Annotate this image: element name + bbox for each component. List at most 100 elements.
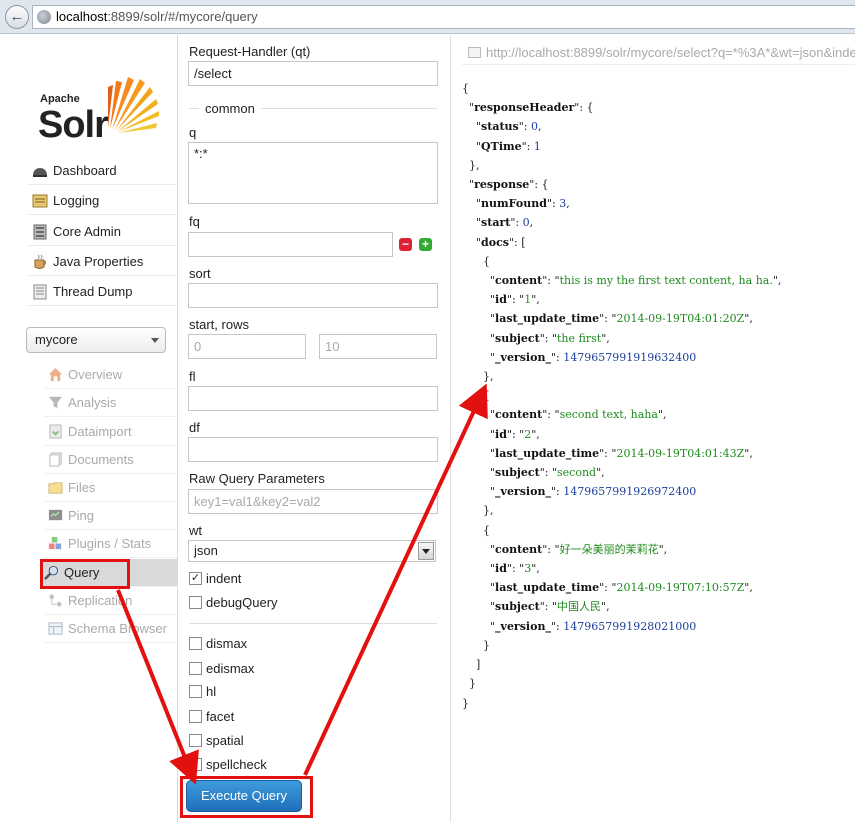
doc-subject: the first — [557, 331, 602, 345]
core-menu-label: Files — [68, 480, 96, 495]
core-menu-label: Query — [64, 565, 100, 580]
response-panel: http://localhost:8899/solr/mycore/select… — [452, 35, 855, 822]
schema-icon — [48, 622, 63, 635]
fl-label: fl — [189, 369, 196, 384]
json-response: { "responseHeader": { "status": 0, "QTim… — [462, 82, 782, 710]
nav-core-admin[interactable]: Core Admin — [28, 218, 176, 246]
request-url-link[interactable]: http://localhost:8899/solr/mycore/select… — [462, 43, 855, 65]
doc-content: this is my the first text content, ha ha… — [559, 274, 773, 288]
qtime-value: 1 — [533, 139, 541, 153]
edismax-label: edismax — [206, 661, 255, 676]
doc-last-update-time: 2014-09-19T07:10:57Z — [616, 581, 745, 595]
debug-query-checkbox[interactable] — [189, 596, 202, 609]
edismax-checkbox[interactable] — [189, 662, 202, 675]
address-bar[interactable]: localhost:8899/solr/#/mycore/query — [32, 5, 855, 29]
doc-version: 1479657991928021000 — [563, 619, 697, 633]
core-menu-documents[interactable]: Documents — [44, 446, 176, 474]
sort-input[interactable] — [188, 283, 438, 308]
nav-label: Core Admin — [53, 224, 121, 239]
query-form: Request-Handler (qt) /select common q *:… — [179, 35, 451, 822]
nav-java-properties[interactable]: Java Properties — [28, 248, 176, 276]
status-value: 0 — [531, 120, 538, 134]
back-button[interactable]: ← — [5, 5, 29, 29]
plugins-icon — [48, 536, 62, 550]
start-input[interactable]: 0 — [188, 334, 306, 359]
globe-icon — [37, 10, 51, 24]
doc-last-update-time: 2014-09-19T04:01:43Z — [616, 446, 745, 460]
logging-icon — [32, 194, 48, 207]
raw-query-input[interactable]: key1=val1&key2=val2 — [188, 489, 438, 514]
core-menu-label: Documents — [68, 452, 134, 467]
ping-icon — [48, 509, 63, 521]
request-handler-input[interactable]: /select — [188, 61, 438, 86]
documents-icon — [49, 452, 62, 467]
nav-logging[interactable]: Logging — [28, 187, 176, 215]
link-icon — [468, 47, 481, 58]
sort-label: sort — [189, 266, 211, 281]
home-icon — [48, 367, 63, 382]
rows-input[interactable]: 10 — [319, 334, 437, 359]
dashboard-icon — [33, 167, 47, 177]
nav-dashboard[interactable]: Dashboard — [28, 157, 176, 185]
sun-icon — [108, 77, 159, 133]
core-menu-label: Analysis — [68, 395, 117, 410]
fl-input[interactable] — [188, 386, 438, 411]
wt-select[interactable]: json — [188, 540, 436, 562]
magnifier-icon — [44, 565, 59, 580]
facet-checkbox[interactable] — [189, 710, 202, 723]
options-divider — [189, 623, 437, 624]
q-label: q — [189, 125, 197, 140]
chevron-down-icon — [151, 338, 159, 343]
core-menu-label: Plugins / Stats — [68, 536, 152, 551]
core-menu-overview[interactable]: Overview — [44, 361, 176, 389]
doc-version: 1479657991919632400 — [563, 350, 697, 364]
spatial-checkbox[interactable] — [189, 734, 202, 747]
df-input[interactable] — [188, 437, 438, 462]
start-rows-label: start, rows — [189, 317, 249, 332]
hl-label: hl — [206, 684, 217, 699]
execute-query-button[interactable]: Execute Query — [186, 780, 302, 812]
spellcheck-checkbox[interactable] — [189, 758, 202, 771]
core-menu-analysis[interactable]: Analysis — [44, 389, 176, 417]
doc-id: 3 — [524, 562, 532, 576]
indent-checkbox[interactable]: ✓ — [189, 572, 202, 585]
sidebar: Apache Solr Dashboard Logging Core Admin — [0, 35, 178, 822]
debug-query-label: debugQuery — [206, 595, 278, 610]
fq-input[interactable] — [188, 232, 393, 257]
hl-checkbox[interactable] — [189, 685, 202, 698]
plus-icon: + — [421, 237, 429, 251]
core-menu-label: Overview — [68, 367, 123, 382]
remove-fq-button[interactable]: − — [399, 238, 412, 251]
indent-label: indent — [206, 571, 242, 586]
add-fq-button[interactable]: + — [419, 238, 432, 251]
q-textarea[interactable]: *:* — [188, 142, 438, 204]
nav-label: Java Properties — [53, 254, 144, 269]
minus-icon: − — [401, 237, 409, 251]
core-menu-plugins-stats[interactable]: Plugins / Stats — [44, 530, 176, 558]
numfound-value: 3 — [559, 197, 567, 211]
core-selector[interactable]: mycore — [26, 327, 166, 353]
doc-version: 1479657991926972400 — [563, 485, 697, 499]
core-menu-dataimport[interactable]: Dataimport — [44, 418, 176, 446]
nav-thread-dump[interactable]: Thread Dump — [28, 278, 176, 306]
core-menu-schema-browser[interactable]: Schema Browser — [44, 615, 176, 643]
core-menu-ping[interactable]: Ping — [44, 502, 176, 530]
chevron-down-icon — [418, 542, 434, 560]
browser-toolbar: ← localhost:8899/solr/#/mycore/query — [0, 0, 855, 34]
facet-label: facet — [206, 709, 235, 724]
core-selector-value: mycore — [35, 332, 78, 347]
nav-label: Logging — [53, 193, 100, 208]
fq-label: fq — [189, 214, 200, 229]
doc-content: 好一朵美丽的茉莉花 — [559, 542, 659, 556]
df-label: df — [189, 420, 200, 435]
core-menu-query[interactable]: Query — [40, 559, 178, 587]
spellcheck-label: spellcheck — [206, 757, 267, 772]
core-menu-replication[interactable]: Replication — [44, 587, 176, 615]
doc-subject: 中国人民 — [557, 600, 602, 614]
doc-last-update-time: 2014-09-19T04:01:20Z — [616, 312, 745, 326]
core-menu-files[interactable]: Files — [44, 474, 176, 502]
common-section-label: common — [199, 101, 261, 116]
solr-logo[interactable]: Apache Solr — [38, 75, 160, 146]
dismax-checkbox[interactable] — [189, 637, 202, 650]
folder-icon — [48, 482, 63, 494]
